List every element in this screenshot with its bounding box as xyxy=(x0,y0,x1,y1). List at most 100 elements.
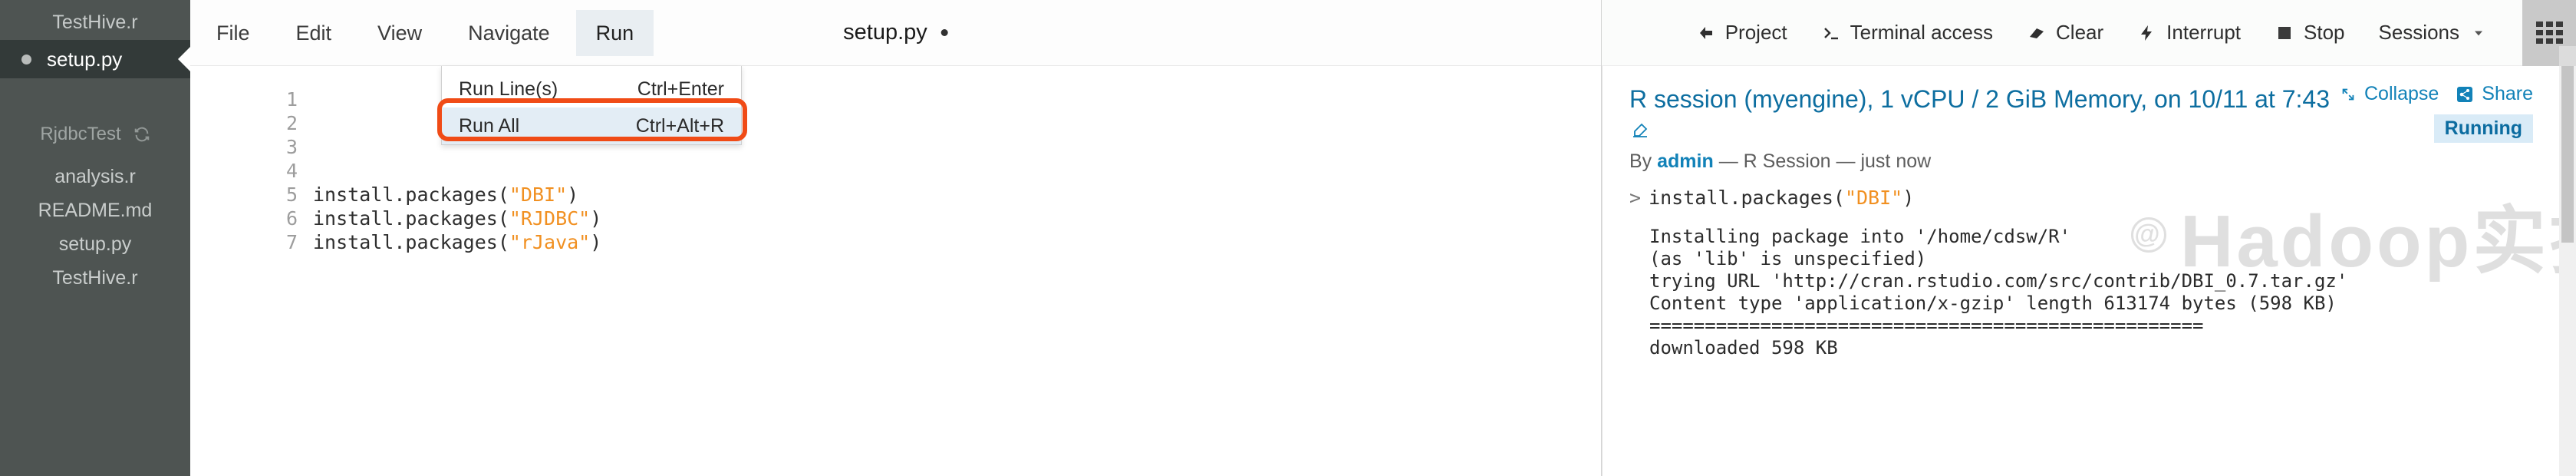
run-all-label: Run All xyxy=(459,114,520,137)
console-panel: Project Terminal access Clear Interrupt xyxy=(1602,0,2576,476)
arrow-left-icon xyxy=(1696,23,1716,43)
code-string: "rJava" xyxy=(509,231,591,253)
share-label: Share xyxy=(2482,83,2533,104)
stop-square-icon xyxy=(2275,23,2294,43)
list-item[interactable]: README.md xyxy=(0,193,190,227)
list-item[interactable]: TestHive.r xyxy=(0,261,190,295)
code-line: 5 install.packages("DBI") xyxy=(190,183,1601,207)
code-editor[interactable]: 1 2 3 4 5 install.packages("DBI") 6 inst… xyxy=(190,66,1601,476)
sidebar: TestHive.r setup.py RjdbcTest analysis.r… xyxy=(0,0,191,476)
collapse-button[interactable]: Collapse xyxy=(2340,83,2439,105)
byline-user[interactable]: admin xyxy=(1657,150,1714,172)
sidebar-project-header[interactable]: RjdbcTest xyxy=(0,118,190,150)
menu-item-run-lines[interactable]: Run Line(s) Ctrl+Enter xyxy=(442,71,741,107)
prompt-code-string: "DBI" xyxy=(1844,187,1903,209)
lightning-icon xyxy=(2137,23,2157,43)
editor-tab-filename: setup.py xyxy=(843,20,927,45)
line-number: 4 xyxy=(285,160,298,182)
session-actions: Collapse Share Running xyxy=(2340,83,2533,143)
panel-divider xyxy=(1602,66,1603,476)
code-fragment: ) xyxy=(567,183,579,206)
collapse-icon xyxy=(2342,88,2354,100)
note-icon[interactable] xyxy=(1629,121,1651,140)
scrollbar-thumb[interactable] xyxy=(2561,66,2574,243)
modified-indicator-icon xyxy=(940,29,948,36)
console-output-text: Installing package into '/home/cdsw/R' (… xyxy=(1649,226,2348,359)
code-fragment: install.packages( xyxy=(313,231,509,253)
line-number: 5 xyxy=(285,183,298,206)
chevron-down-icon xyxy=(2469,23,2489,43)
stop-button[interactable]: Stop xyxy=(2275,21,2345,45)
byline-suffix: — R Session — just now xyxy=(1713,150,1932,172)
sessions-dropdown[interactable]: Sessions xyxy=(2379,21,2489,45)
menu-file[interactable]: File xyxy=(196,10,270,56)
share-button[interactable]: Share xyxy=(2456,83,2533,105)
console-output-area: R session (myengine), 1 vCPU / 2 GiB Mem… xyxy=(1602,66,2576,476)
menu-navigate[interactable]: Navigate xyxy=(448,10,570,56)
code-fragment: ) xyxy=(590,207,602,230)
list-item[interactable]: analysis.r xyxy=(0,160,190,193)
line-number: 7 xyxy=(285,231,298,253)
sidebar-project-label: RjdbcTest xyxy=(40,124,121,144)
clear-label: Clear xyxy=(2056,21,2104,44)
run-menu-dropdown: Run Line(s) Ctrl+Enter Run All Ctrl+Alt+… xyxy=(437,66,747,145)
interrupt-button[interactable]: Interrupt xyxy=(2137,21,2241,45)
collapse-label: Collapse xyxy=(2364,83,2439,104)
line-content: install.packages("RJDBC") xyxy=(313,207,601,230)
terminal-access-label: Terminal access xyxy=(1850,21,1994,44)
line-number: 1 xyxy=(285,88,298,111)
menu-item-run-all[interactable]: Run All Ctrl+Alt+R xyxy=(442,107,741,144)
terminal-icon xyxy=(1821,23,1841,43)
editor-menubar: File Edit View Navigate Run setup.py xyxy=(190,0,1601,66)
code-fragment: install.packages( xyxy=(313,183,509,206)
clear-button[interactable]: Clear xyxy=(2027,21,2103,45)
menu-edit[interactable]: Edit xyxy=(276,10,352,56)
list-item[interactable]: setup.py xyxy=(0,227,190,261)
prompt-code-post: ) xyxy=(1902,187,1915,209)
code-line: 3 xyxy=(190,135,1601,159)
code-line: 4 xyxy=(190,159,1601,183)
sidebar-active-file-label: setup.py xyxy=(47,47,123,71)
sidebar-open-file-setup-active[interactable]: setup.py xyxy=(0,40,191,78)
grid-icon xyxy=(2535,21,2563,44)
code-string: "DBI" xyxy=(509,183,568,206)
console-toolbar: Project Terminal access Clear Interrupt xyxy=(1602,0,2576,66)
code-line: 6 install.packages("RJDBC") xyxy=(190,207,1601,230)
code-line: 2 xyxy=(190,111,1601,135)
interrupt-label: Interrupt xyxy=(2166,21,2241,44)
line-content: install.packages("rJava") xyxy=(313,230,601,254)
code-string: "RJDBC" xyxy=(509,207,591,230)
byline: By admin — R Session — just now xyxy=(1629,150,2576,173)
menu-view[interactable]: View xyxy=(357,10,442,56)
run-all-shortcut: Ctrl+Alt+R xyxy=(635,114,724,137)
prompt-code-pre: install.packages( xyxy=(1649,187,1845,209)
project-button[interactable]: Project xyxy=(1696,21,1787,45)
refresh-icon[interactable] xyxy=(133,126,150,143)
editor-panel: File Edit View Navigate Run setup.py Run… xyxy=(190,0,1602,476)
line-number: 3 xyxy=(285,136,298,158)
code-fragment: install.packages( xyxy=(313,207,509,230)
run-lines-label: Run Line(s) xyxy=(459,78,558,100)
share-icon xyxy=(2457,86,2473,102)
console-vertical-scrollbar[interactable] xyxy=(2559,66,2576,476)
sidebar-file-list: analysis.r README.md setup.py TestHive.r xyxy=(0,150,190,295)
editor-tab-title: setup.py xyxy=(843,20,948,45)
line-number: 2 xyxy=(285,112,298,134)
stop-label: Stop xyxy=(2304,21,2345,44)
scroll-up-arrow[interactable] xyxy=(2559,46,2576,66)
code-line: 1 xyxy=(190,88,1601,111)
prompt-chevron-icon: > xyxy=(1629,187,1642,209)
project-label: Project xyxy=(1724,21,1787,44)
code-fragment: ) xyxy=(590,231,602,253)
terminal-access-button[interactable]: Terminal access xyxy=(1821,21,1993,45)
sidebar-open-file-testhive[interactable]: TestHive.r xyxy=(0,5,190,40)
line-content: install.packages("DBI") xyxy=(313,183,578,207)
sessions-label: Sessions xyxy=(2378,21,2460,44)
eraser-icon xyxy=(2027,23,2047,43)
application-window: TestHive.r setup.py RjdbcTest analysis.r… xyxy=(0,0,2576,476)
active-caret-icon xyxy=(178,46,191,72)
menu-run[interactable]: Run xyxy=(575,9,654,56)
console-input-line: > install.packages("DBI") xyxy=(1629,187,2576,209)
code-line: 7 install.packages("rJava") xyxy=(190,230,1601,254)
